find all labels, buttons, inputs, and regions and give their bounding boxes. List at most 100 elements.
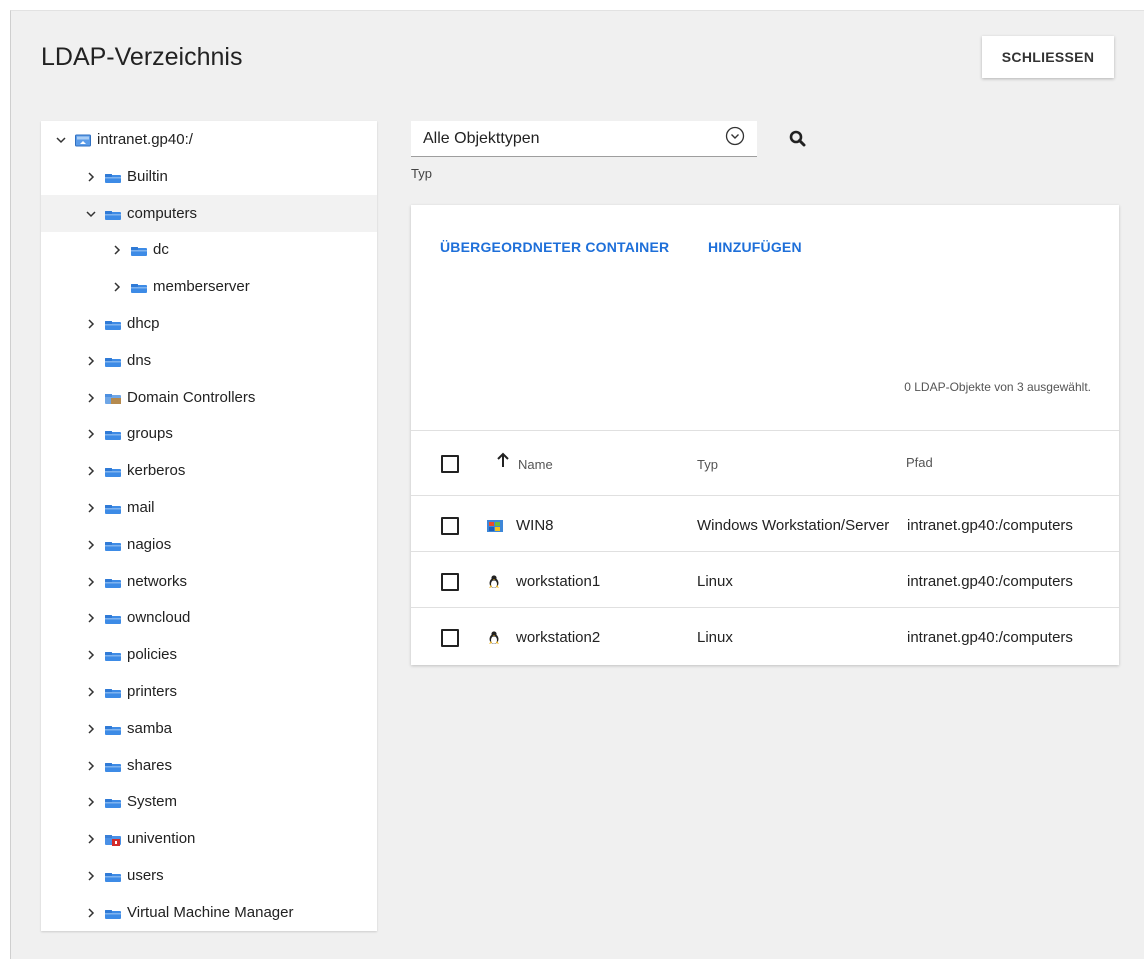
type-select[interactable]: Alle Objekttypen bbox=[411, 121, 757, 157]
tree-item[interactable]: memberserver bbox=[41, 268, 377, 305]
chevron-down-icon[interactable] bbox=[55, 134, 67, 146]
type-select-label: Typ bbox=[411, 166, 432, 181]
tree-item[interactable]: Builtin bbox=[41, 158, 377, 195]
tree-item[interactable]: networks bbox=[41, 563, 377, 600]
tree-item-label: dc bbox=[153, 241, 169, 258]
chevron-right-icon[interactable] bbox=[85, 318, 97, 330]
tree-root-label: intranet.gp40:/ bbox=[97, 131, 193, 148]
folder-icon bbox=[105, 612, 121, 624]
parent-container-button[interactable]: ÜBERGEORDNETER CONTAINER bbox=[440, 239, 669, 255]
tree-item-label: computers bbox=[127, 205, 198, 222]
chevron-right-icon[interactable] bbox=[85, 355, 97, 367]
select-all-checkbox[interactable] bbox=[441, 455, 459, 473]
linux-icon bbox=[487, 631, 503, 645]
tree-item-label: samba bbox=[127, 720, 173, 737]
folder-icon bbox=[105, 576, 121, 588]
column-header-type[interactable]: Typ bbox=[697, 457, 718, 472]
tree-item[interactable]: policies bbox=[41, 636, 377, 673]
tree-item-label: univention bbox=[127, 830, 196, 847]
domain-controllers-icon bbox=[105, 392, 121, 404]
search-icon[interactable] bbox=[787, 128, 809, 150]
chevron-right-icon[interactable] bbox=[85, 171, 97, 183]
tree-item-label: kerberos bbox=[127, 462, 186, 479]
selection-status: 0 LDAP-Objekte von 3 ausgewählt. bbox=[904, 380, 1091, 394]
chevron-right-icon[interactable] bbox=[111, 281, 123, 293]
tree-item[interactable]: groups bbox=[41, 415, 377, 452]
tree-item[interactable]: shares bbox=[41, 747, 377, 784]
tree-item[interactable]: samba bbox=[41, 710, 377, 747]
folder-icon bbox=[105, 796, 121, 808]
tree-item[interactable]: Domain Controllers bbox=[41, 379, 377, 416]
tree-item[interactable]: printers bbox=[41, 673, 377, 710]
chevron-right-icon[interactable] bbox=[85, 723, 97, 735]
tree-item-label: mail bbox=[127, 499, 155, 516]
tree-item[interactable]: nagios bbox=[41, 526, 377, 563]
chevron-right-icon[interactable] bbox=[85, 649, 97, 661]
folder-icon bbox=[105, 870, 121, 882]
tree-item-label: users bbox=[127, 867, 164, 884]
ldap-dialog: LDAP-Verzeichnis SCHLIESSEN intranet.gp4… bbox=[10, 10, 1144, 959]
row-name: WIN8 bbox=[516, 517, 554, 534]
row-checkbox[interactable] bbox=[441, 573, 459, 591]
chevron-circle-down-icon bbox=[725, 126, 745, 151]
tree-item[interactable]: Virtual Machine Manager bbox=[41, 894, 377, 931]
chevron-right-icon[interactable] bbox=[85, 760, 97, 772]
folder-icon bbox=[105, 723, 121, 735]
row-checkbox[interactable] bbox=[441, 517, 459, 535]
tree-item[interactable]: kerberos bbox=[41, 452, 377, 489]
chevron-right-icon[interactable] bbox=[85, 465, 97, 477]
tree-item-label: nagios bbox=[127, 536, 172, 553]
chevron-right-icon[interactable] bbox=[85, 796, 97, 808]
row-type: Linux bbox=[697, 629, 733, 646]
tree-item[interactable]: users bbox=[41, 857, 377, 894]
linux-icon bbox=[487, 575, 503, 589]
dialog-title: LDAP-Verzeichnis bbox=[41, 43, 243, 71]
column-header-name[interactable]: Name bbox=[518, 457, 553, 472]
univention-folder-icon bbox=[105, 833, 121, 846]
chevron-right-icon[interactable] bbox=[111, 244, 123, 256]
tree-item[interactable]: System bbox=[41, 783, 377, 820]
chevron-right-icon[interactable] bbox=[85, 539, 97, 551]
close-button[interactable]: SCHLIESSEN bbox=[982, 36, 1114, 78]
chevron-right-icon[interactable] bbox=[85, 392, 97, 404]
sort-ascending-icon[interactable] bbox=[496, 452, 510, 473]
chevron-right-icon[interactable] bbox=[85, 502, 97, 514]
tree-item-label: dhcp bbox=[127, 315, 160, 332]
row-path: intranet.gp40:/computers bbox=[907, 573, 1073, 590]
tree-item-label: Domain Controllers bbox=[127, 389, 256, 406]
row-type: Windows Workstation/Server bbox=[697, 517, 890, 534]
folder-icon bbox=[131, 244, 147, 256]
type-select-value: Alle Objekttypen bbox=[423, 129, 540, 147]
chevron-right-icon[interactable] bbox=[85, 612, 97, 624]
folder-icon bbox=[131, 281, 147, 293]
chevron-right-icon[interactable] bbox=[85, 870, 97, 882]
tree-item[interactable]: dhcp bbox=[41, 305, 377, 342]
tree-item[interactable]: dc bbox=[41, 231, 377, 268]
folder-icon bbox=[105, 465, 121, 477]
domain-icon bbox=[75, 134, 91, 146]
tree-item[interactable]: owncloud bbox=[41, 599, 377, 636]
divider bbox=[411, 495, 1119, 496]
tree-item[interactable]: computers bbox=[41, 195, 377, 232]
folder-icon bbox=[105, 502, 121, 514]
chevron-right-icon[interactable] bbox=[85, 686, 97, 698]
object-grid: ÜBERGEORDNETER CONTAINER HINZUFÜGEN 0 LD… bbox=[411, 205, 1119, 665]
chevron-right-icon[interactable] bbox=[85, 833, 97, 845]
folder-icon bbox=[105, 208, 121, 220]
chevron-right-icon[interactable] bbox=[85, 576, 97, 588]
chevron-right-icon[interactable] bbox=[85, 907, 97, 919]
row-checkbox[interactable] bbox=[441, 629, 459, 647]
chevron-right-icon[interactable] bbox=[85, 428, 97, 440]
tree-item[interactable]: univention bbox=[41, 820, 377, 857]
tree-item-label: dns bbox=[127, 352, 152, 369]
tree-root[interactable]: intranet.gp40:/ bbox=[41, 121, 377, 158]
folder-icon bbox=[105, 907, 121, 919]
add-button[interactable]: HINZUFÜGEN bbox=[708, 239, 802, 255]
tree-item-label: Builtin bbox=[127, 168, 168, 185]
tree-item[interactable]: dns bbox=[41, 342, 377, 379]
tree-item[interactable]: mail bbox=[41, 489, 377, 526]
row-name: workstation2 bbox=[516, 629, 601, 646]
chevron-down-icon[interactable] bbox=[85, 208, 97, 220]
column-header-path[interactable]: Pfad bbox=[906, 455, 933, 470]
tree-item-label: printers bbox=[127, 683, 178, 700]
